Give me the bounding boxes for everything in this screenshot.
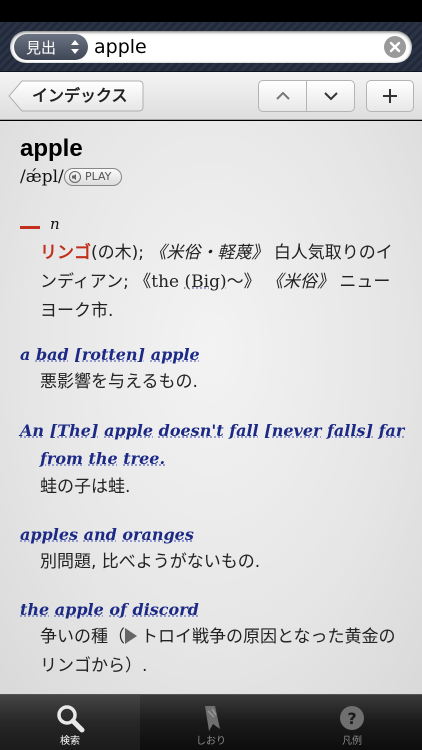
entry-navigation xyxy=(258,80,356,112)
phrase-word: a xyxy=(20,345,30,364)
next-entry-button[interactable] xyxy=(306,80,355,112)
tab-bookmarks[interactable]: しおり xyxy=(141,695,281,750)
phrase-word[interactable]: and xyxy=(84,525,117,544)
phrase-word[interactable]: of xyxy=(109,600,127,619)
clear-search-button[interactable] xyxy=(384,36,406,58)
tab-label: 凡例 xyxy=(282,732,422,747)
phrase-meaning-text: 争いの種（ xyxy=(40,627,125,647)
tab-legend[interactable]: ? 凡例 xyxy=(282,695,422,750)
phrase-word[interactable]: discord xyxy=(133,600,199,619)
region-label: 《米俗》 xyxy=(266,272,334,292)
definition: リンゴ(の木); 《米俗・軽蔑》 白人気取りのインディアン; 《the (Big… xyxy=(40,239,406,326)
phrase-word[interactable]: apple xyxy=(104,421,153,440)
region-label: 《米俗・軽蔑》 xyxy=(149,243,268,263)
phrase-word[interactable]: apples xyxy=(20,525,78,544)
plus-icon xyxy=(382,88,398,104)
phrase-word[interactable]: [never xyxy=(264,421,321,440)
search-input[interactable] xyxy=(94,35,374,59)
help-icon: ? xyxy=(337,703,367,733)
phrase-word[interactable]: the xyxy=(20,600,49,619)
phrase-word[interactable]: tree. xyxy=(123,449,165,468)
headword: apple xyxy=(20,135,83,163)
tab-search[interactable]: 検索 xyxy=(0,695,140,750)
definition-link[interactable]: (Big) xyxy=(185,272,227,292)
phrase-headword: a bad [rotten] apple xyxy=(20,341,410,369)
phrase-meaning: 別問題, 比べようがないもの. xyxy=(40,548,410,577)
phrase-headword: apples and oranges xyxy=(20,521,410,549)
search-mode-label: 見出 xyxy=(26,37,56,58)
svg-text:?: ? xyxy=(347,709,356,728)
phrase-meaning: 悪影響を与えるもの. xyxy=(40,368,410,397)
phrase-word[interactable]: apple xyxy=(55,600,104,619)
sense-dash xyxy=(20,226,40,229)
phrase-word[interactable]: fall xyxy=(229,421,258,440)
search-field: 見出 xyxy=(10,31,412,63)
tab-label: 検索 xyxy=(0,732,140,747)
previous-entry-button[interactable] xyxy=(258,80,307,112)
phrase-meaning: 蛙の子は蛙. xyxy=(40,473,410,502)
phrase-word[interactable]: bad xyxy=(36,345,69,364)
definition-text: 《the xyxy=(134,272,179,292)
up-down-arrows-icon xyxy=(70,38,80,56)
close-icon xyxy=(384,36,406,58)
index-back-button[interactable]: インデックス xyxy=(8,80,144,112)
index-back-label: インデックス xyxy=(32,80,128,112)
play-triangle-icon xyxy=(125,628,137,644)
play-audio-button[interactable]: PLAY xyxy=(64,168,122,186)
speaker-icon xyxy=(69,171,82,183)
phrase-headword: An [The] apple doesn't fall [never falls… xyxy=(20,417,410,445)
phrase-headword: the apple of discord xyxy=(20,596,410,624)
search-bar: 見出 xyxy=(0,22,422,72)
tab-label: しおり xyxy=(141,732,281,747)
toolbar: インデックス xyxy=(0,72,422,120)
part-of-speech: n xyxy=(50,215,60,233)
pronunciation: /ǽpl/ xyxy=(20,167,64,187)
dictionary-entry: apple /ǽpl/ PLAY n リンゴ(の木); 《米俗・軽蔑》 白人気取… xyxy=(0,121,422,694)
phrase-word[interactable]: doesn't xyxy=(159,421,224,440)
search-mode-selector[interactable]: 見出 xyxy=(14,34,88,60)
bookmark-icon xyxy=(196,703,226,733)
phrase-word[interactable]: from xyxy=(40,449,83,468)
add-bookmark-button[interactable] xyxy=(366,80,414,112)
phrase-word[interactable]: An xyxy=(20,421,44,440)
definition-main: リンゴ xyxy=(40,243,91,263)
phrase-meaning: 争いの種（ トロイ戦争の原因となった黄金のリンゴから）. xyxy=(40,623,410,681)
definition-text: 〜》 xyxy=(227,272,261,292)
definition-text: (の木); xyxy=(91,243,144,263)
phrase-word[interactable]: falls] xyxy=(327,421,373,440)
phrase-word[interactable]: [rotten] xyxy=(74,345,145,364)
phrase-word[interactable]: apple xyxy=(151,345,200,364)
phrase-word[interactable]: [The] xyxy=(50,421,99,440)
phrase-word[interactable]: oranges xyxy=(122,525,193,544)
tab-bar: 検索 しおり ? 凡例 xyxy=(0,694,422,750)
play-label: PLAY xyxy=(85,170,111,183)
phrase-word[interactable]: far xyxy=(379,421,405,440)
status-bar xyxy=(0,0,422,22)
phrase-headword-continued: from the tree. xyxy=(40,445,422,473)
phrase-word[interactable]: the xyxy=(89,449,118,468)
magnifier-icon xyxy=(55,703,85,733)
chevron-down-icon xyxy=(323,91,339,101)
chevron-up-icon xyxy=(275,91,291,101)
